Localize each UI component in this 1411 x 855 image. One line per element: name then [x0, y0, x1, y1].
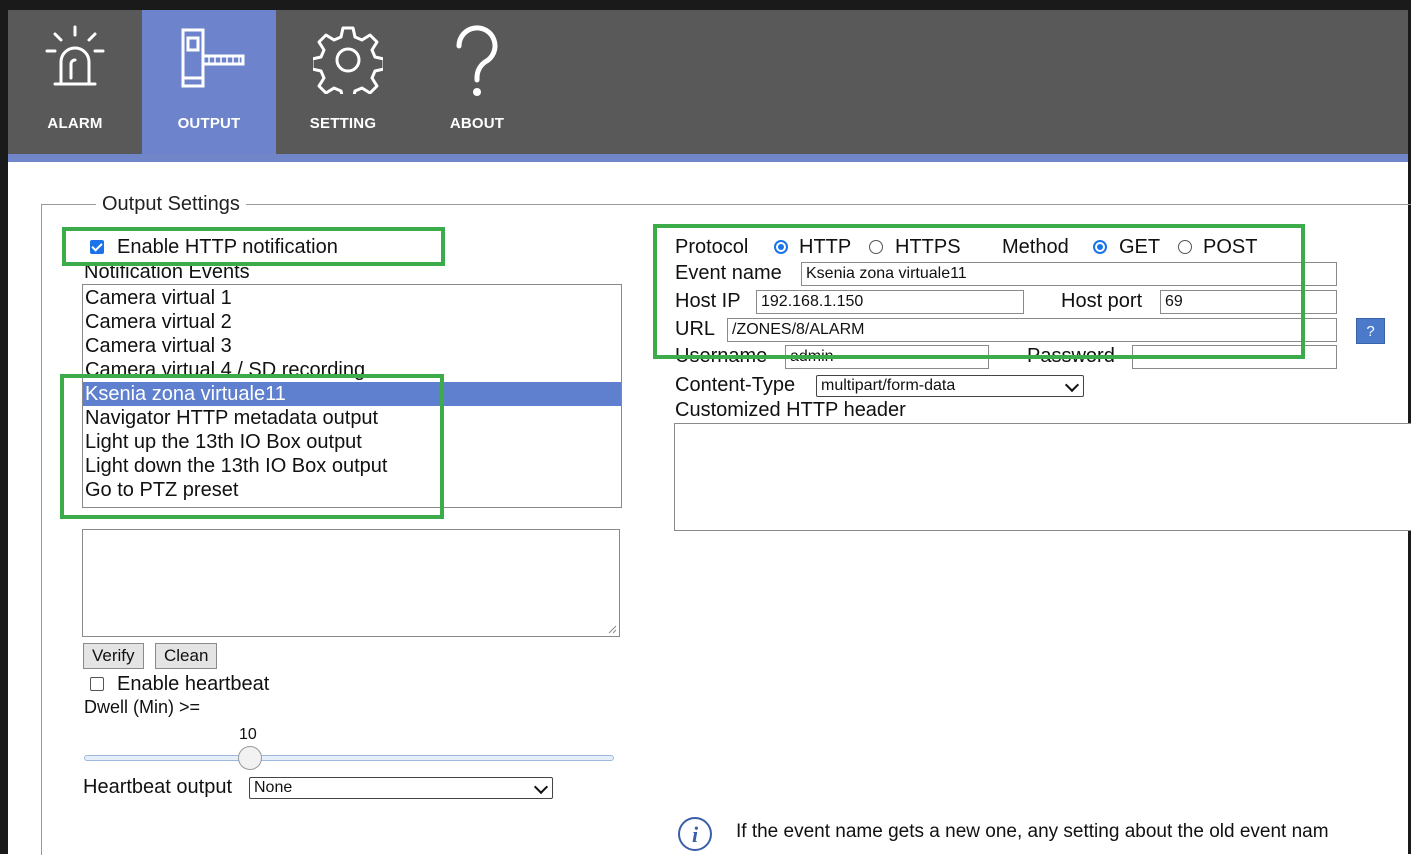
tab-alarm[interactable]: ALARM — [8, 10, 142, 154]
host-ip-field[interactable]: 192.168.1.150 — [756, 290, 1024, 314]
dwell-value: 10 — [239, 726, 257, 743]
url-field[interactable]: /ZONES/8/ALARM — [727, 318, 1337, 342]
protocol-https-radio[interactable] — [869, 240, 883, 254]
chevron-down-icon — [1064, 377, 1080, 393]
custom-header-textarea[interactable] — [674, 423, 1411, 531]
content-type-select[interactable]: multipart/form-data — [816, 375, 1084, 397]
clean-button[interactable]: Clean — [155, 643, 218, 669]
custom-header-label: Customized HTTP header — [675, 399, 906, 421]
gear-icon — [313, 26, 383, 94]
enable-heartbeat-checkbox[interactable] — [90, 677, 104, 691]
protocol-label: Protocol — [675, 236, 749, 258]
event-item[interactable]: Navigator HTTP metadata output — [83, 406, 621, 430]
tab-about-label: ABOUT — [449, 115, 505, 132]
barrier-gate-icon — [181, 28, 245, 88]
method-post-label: POST — [1203, 236, 1258, 258]
tab-alarm-label: ALARM — [47, 115, 103, 132]
dwell-slider-thumb[interactable] — [238, 746, 262, 770]
verify-button[interactable]: Verify — [83, 643, 144, 669]
event-item[interactable]: Camera virtual 1 — [83, 286, 621, 310]
tab-setting[interactable]: SETTING — [276, 10, 410, 154]
enable-http-label: Enable HTTP notification — [117, 236, 338, 258]
event-item[interactable]: Camera virtual 2 — [83, 310, 621, 334]
host-port-label: Host port — [1061, 290, 1143, 312]
content-type-label: Content-Type — [675, 374, 796, 396]
alarm-light-icon — [45, 25, 105, 86]
heartbeat-output-value: None — [254, 779, 293, 796]
password-field[interactable]: ······· — [1132, 345, 1337, 369]
dwell-label: Dwell (Min) >= — [84, 697, 201, 717]
heartbeat-output-label: Heartbeat output — [83, 776, 232, 798]
url-help-button[interactable]: ? — [1356, 318, 1385, 344]
event-name-field[interactable]: Ksenia zona virtuale11 — [801, 262, 1337, 286]
notification-events-label: Notification Events — [84, 261, 250, 283]
protocol-https-label: HTTPS — [895, 236, 961, 258]
heartbeat-output-select[interactable]: None — [249, 777, 553, 799]
output-settings-legend: Output Settings — [96, 193, 246, 216]
notification-events-list[interactable]: Camera virtual 1 Camera virtual 2 Camera… — [82, 284, 622, 508]
event-item[interactable]: Light up the 13th IO Box output — [83, 430, 621, 454]
event-item[interactable]: Go to PTZ preset — [83, 478, 621, 502]
content-type-value: multipart/form-data — [821, 377, 956, 394]
event-item-selected[interactable]: Ksenia zona virtuale11 — [83, 382, 621, 406]
event-item[interactable]: Camera virtual 4 / SD recording — [83, 358, 621, 382]
svg-text:i: i — [692, 822, 699, 847]
event-name-label: Event name — [675, 262, 782, 284]
tab-output-label: OUTPUT — [177, 115, 241, 132]
resize-grip-icon[interactable] — [607, 624, 617, 634]
method-label: Method — [1002, 236, 1069, 258]
protocol-http-radio[interactable] — [774, 240, 788, 254]
password-label: Password — [1027, 345, 1115, 367]
host-port-field[interactable]: 69 — [1160, 290, 1337, 314]
host-ip-label: Host IP — [675, 290, 741, 312]
top-nav: ALARM OUTPUT SETTING ABOUT — [8, 10, 1408, 154]
url-label: URL — [675, 318, 716, 340]
tab-output[interactable]: OUTPUT — [142, 10, 276, 154]
verify-output-textarea[interactable] — [82, 529, 620, 637]
event-item[interactable]: Camera virtual 3 — [83, 334, 621, 358]
info-text: If the event name gets a new one, any se… — [736, 821, 1329, 842]
chevron-down-icon — [533, 779, 549, 795]
enable-heartbeat-label: Enable heartbeat — [117, 673, 270, 695]
nav-accent-strip — [8, 154, 1408, 162]
enable-http-checkbox[interactable] — [90, 240, 104, 254]
method-get-radio[interactable] — [1093, 240, 1107, 254]
tab-about[interactable]: ABOUT — [410, 10, 544, 154]
method-get-label: GET — [1119, 236, 1161, 258]
info-icon: i — [678, 817, 712, 851]
question-mark-icon — [456, 25, 498, 96]
event-item[interactable]: Light down the 13th IO Box output — [83, 454, 621, 478]
tab-setting-label: SETTING — [309, 115, 377, 132]
username-field[interactable]: admin — [785, 345, 989, 369]
username-label: Username — [675, 345, 768, 367]
protocol-http-label: HTTP — [799, 236, 852, 258]
method-post-radio[interactable] — [1178, 240, 1192, 254]
dwell-slider-track[interactable] — [84, 755, 614, 761]
